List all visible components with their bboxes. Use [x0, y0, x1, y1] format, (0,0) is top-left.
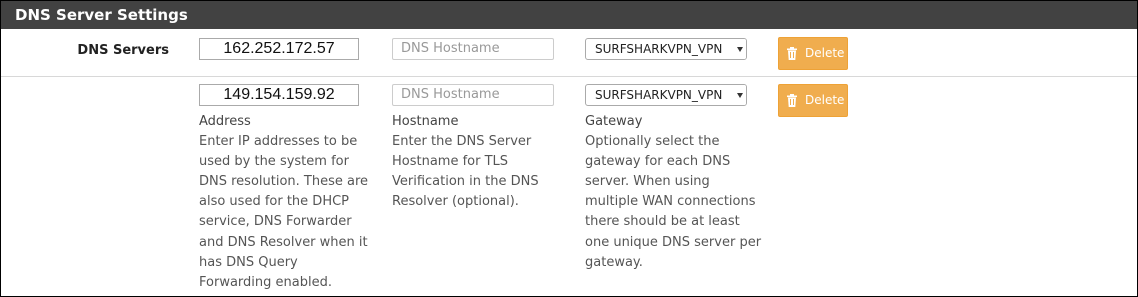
dns-hostname-input-2[interactable]: DNS Hostname: [392, 84, 554, 106]
gateway-help-line: server. When using: [585, 174, 710, 190]
dns-server-settings-panel: DNS Server Settings DNS Servers 162.252.…: [0, 0, 1138, 297]
delete-button-2[interactable]: Delete: [778, 84, 848, 117]
chevron-down-icon: [737, 47, 743, 52]
gateway-help-line: there should be at least: [585, 214, 740, 230]
hostname-help-line: Hostname for TLS: [392, 154, 509, 170]
address-help-title: Address: [199, 114, 251, 129]
hostname-help: Hostname Enter the DNS Server Hostname f…: [392, 112, 572, 212]
trash-icon: [787, 47, 797, 60]
address-help-line: has DNS Query: [199, 254, 298, 270]
trash-icon: [787, 94, 797, 107]
chevron-down-icon: [737, 93, 743, 98]
dns-hostname-input-1[interactable]: DNS Hostname: [392, 38, 554, 60]
delete-button-label-2: Delete: [805, 93, 845, 107]
delete-button-label-1: Delete: [805, 46, 845, 60]
address-help: Address Enter IP addresses to be used by…: [199, 112, 379, 293]
gateway-select-2[interactable]: SURFSHARKVPN_VPN: [585, 84, 747, 106]
gateway-help-title: Gateway: [585, 114, 643, 129]
hostname-help-line: Verification in the DNS: [392, 174, 539, 190]
address-help-line: used by the system for: [199, 154, 349, 170]
delete-button-1[interactable]: Delete: [778, 37, 848, 70]
address-help-line: DNS resolution. These are: [199, 174, 369, 190]
panel-title: DNS Server Settings: [1, 1, 1137, 29]
address-help-line: also used for the DHCP: [199, 194, 350, 210]
gateway-help-line: one unique DNS server per: [585, 234, 762, 250]
gateway-select-value-1: SURFSHARKVPN_VPN: [595, 42, 723, 56]
gateway-help-line: Optionally select the: [585, 134, 720, 150]
gateway-help-line: multiple WAN connections: [585, 194, 756, 210]
gateway-help-line: gateway for each DNS: [585, 154, 731, 170]
gateway-select-value-2: SURFSHARKVPN_VPN: [595, 88, 723, 102]
gateway-help-line: gateway.: [585, 254, 643, 270]
gateway-help: Gateway Optionally select the gateway fo…: [585, 112, 770, 273]
row-divider: [1, 76, 1137, 77]
address-help-line: Forwarding enabled.: [199, 274, 332, 290]
address-help-line: service, DNS Forwarder: [199, 214, 352, 230]
dns-server-address-input-1[interactable]: 162.252.172.57: [199, 38, 359, 60]
address-help-line: and DNS Resolver when it: [199, 234, 368, 250]
dns-servers-label: DNS Servers: [77, 43, 169, 58]
address-help-line: Enter IP addresses to be: [199, 134, 358, 150]
dns-server-address-input-2[interactable]: 149.154.159.92: [199, 84, 359, 106]
hostname-help-title: Hostname: [392, 114, 459, 129]
gateway-select-1[interactable]: SURFSHARKVPN_VPN: [585, 38, 747, 60]
hostname-help-line: Enter the DNS Server: [392, 134, 532, 150]
hostname-help-line: Resolver (optional).: [392, 194, 519, 210]
